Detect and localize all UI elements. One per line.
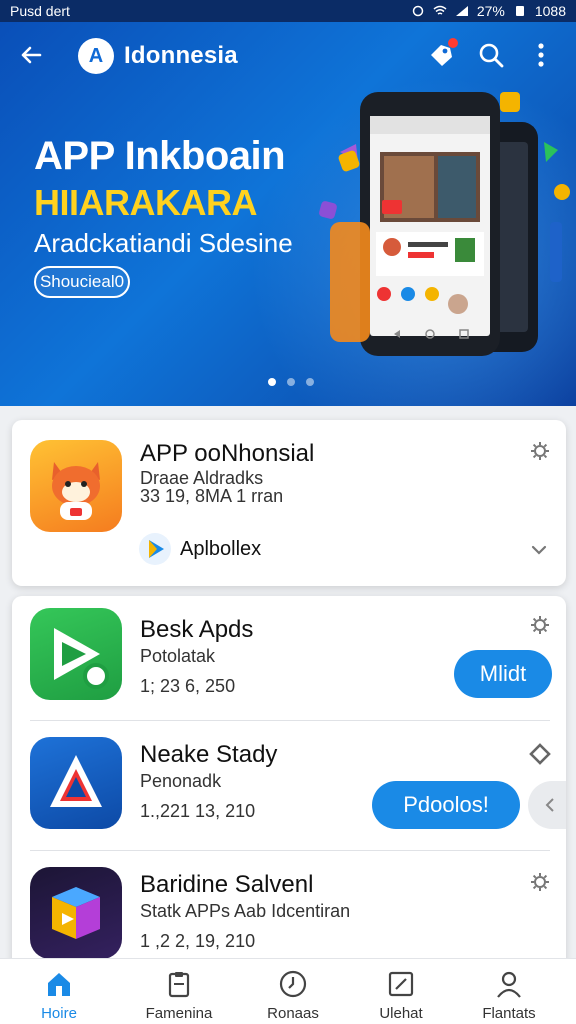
- app-meta: 1.,221 13, 210: [140, 801, 256, 821]
- scroll-handle[interactable]: [528, 781, 566, 829]
- notification-badge: [448, 38, 458, 48]
- battery-icon: [515, 6, 524, 16]
- nav-label: Famenina: [145, 1005, 213, 1022]
- carousel-pager: [268, 378, 314, 386]
- app-subtitle: Statk APPs Aab Idcentiran: [140, 901, 351, 921]
- app-title: Besk Apds: [140, 616, 254, 643]
- app-subtitle: Penonadk: [140, 771, 222, 791]
- app-bar: A Idonnesia: [0, 30, 576, 80]
- developer-logo-icon: [139, 533, 171, 565]
- app-title: Neake Stady: [140, 741, 278, 768]
- install-button[interactable]: Mlidt: [454, 650, 552, 698]
- app-icon: [30, 608, 122, 700]
- clock-time: 1088: [534, 3, 566, 19]
- bottom-navigation: Hoire Famenina Ronaas Ulehat Flantats: [0, 958, 576, 1024]
- play-store-icon: [54, 628, 109, 689]
- status-left-text: Pusd dert: [10, 3, 70, 19]
- app-icon: [30, 867, 122, 959]
- featured-developer-name: Aplbollex: [180, 538, 262, 560]
- more-vertical-icon[interactable]: [526, 40, 556, 70]
- app-title: Idonnesia: [124, 42, 238, 69]
- signal-icon: [455, 6, 468, 16]
- app-icon: [30, 737, 122, 829]
- nav-label: Hoire: [41, 1005, 77, 1022]
- calendar-icon: [388, 971, 414, 997]
- app-subtitle: Potolatak: [140, 646, 216, 666]
- open-button[interactable]: Pdoolos!: [372, 781, 520, 829]
- nav-flantats[interactable]: Flantats: [454, 959, 564, 1024]
- list-item[interactable]: Neake Stady Penonadk 1.,221 13, 210 Pdoo…: [12, 721, 566, 845]
- wifi-icon: [433, 5, 447, 15]
- gear-icon[interactable]: [529, 871, 551, 893]
- alarm-icon: [412, 5, 424, 17]
- home-icon: [48, 973, 70, 996]
- nav-label: Ulehat: [379, 1005, 423, 1022]
- pager-dot[interactable]: [268, 378, 276, 386]
- hero-subtitle: HIIARAKARA: [34, 182, 258, 223]
- chevron-left-icon: [545, 798, 554, 812]
- hero-cta-button[interactable]: Shoucieal0: [34, 266, 130, 298]
- app-list: Besk Apds Potolatak 1; 23 6, 250 Mlidt N…: [12, 596, 566, 976]
- gear-icon[interactable]: [529, 614, 551, 636]
- cube-logo-icon: [52, 887, 100, 939]
- app-title: Baridine Salvenl: [140, 871, 314, 898]
- notification-button[interactable]: [426, 38, 458, 70]
- featured-app-icon: [30, 440, 122, 532]
- triangle-logo-icon: [50, 755, 102, 807]
- nav-ulehat[interactable]: Ulehat: [346, 959, 456, 1024]
- nav-famenina[interactable]: Famenina: [124, 959, 234, 1024]
- fox-mascot-icon: [52, 462, 100, 520]
- hero-description: Aradckatiandi Sdesine: [34, 228, 293, 258]
- nav-label: Flantats: [482, 1005, 536, 1022]
- logo-letter: A: [88, 44, 104, 67]
- nav-label: Ronaas: [267, 1005, 319, 1022]
- person-icon: [497, 971, 521, 998]
- gear-icon[interactable]: [529, 440, 551, 462]
- nav-home[interactable]: Hoire: [4, 959, 114, 1024]
- status-bar: Pusd dert 27% 1088: [0, 0, 576, 22]
- app-meta: 1; 23 6, 250: [140, 676, 236, 696]
- battery-percent: 27%: [476, 3, 505, 19]
- featured-app-card[interactable]: APP ooNhonsial Draae Aldradks 33 19, 8MA…: [12, 420, 566, 586]
- featured-app-title: APP ooNhonsial: [140, 440, 315, 467]
- nav-ronaas[interactable]: Ronaas: [238, 959, 348, 1024]
- hero-banner[interactable]: A Idonnesia APP Inkboain HIIARAKARA Arad…: [0, 22, 576, 406]
- pager-dot[interactable]: [306, 378, 314, 386]
- app-logo: A: [78, 38, 114, 74]
- list-item[interactable]: Besk Apds Potolatak 1; 23 6, 250 Mlidt: [12, 596, 566, 720]
- search-icon[interactable]: [476, 40, 506, 70]
- chevron-down-icon[interactable]: [529, 540, 549, 560]
- app-meta: 1 ,2 2, 19, 210: [140, 931, 256, 951]
- back-arrow-icon[interactable]: [16, 40, 46, 70]
- featured-app-meta: 33 19, 8MA 1 rran: [140, 486, 284, 506]
- clipboard-icon: [168, 972, 190, 998]
- phones-illustration: [319, 92, 570, 356]
- status-icons: 27% 1088: [411, 3, 566, 19]
- hero-title: APP Inkboain: [34, 134, 286, 178]
- pager-dot[interactable]: [287, 378, 295, 386]
- diamond-icon[interactable]: [529, 743, 551, 765]
- clock-icon: [279, 970, 307, 998]
